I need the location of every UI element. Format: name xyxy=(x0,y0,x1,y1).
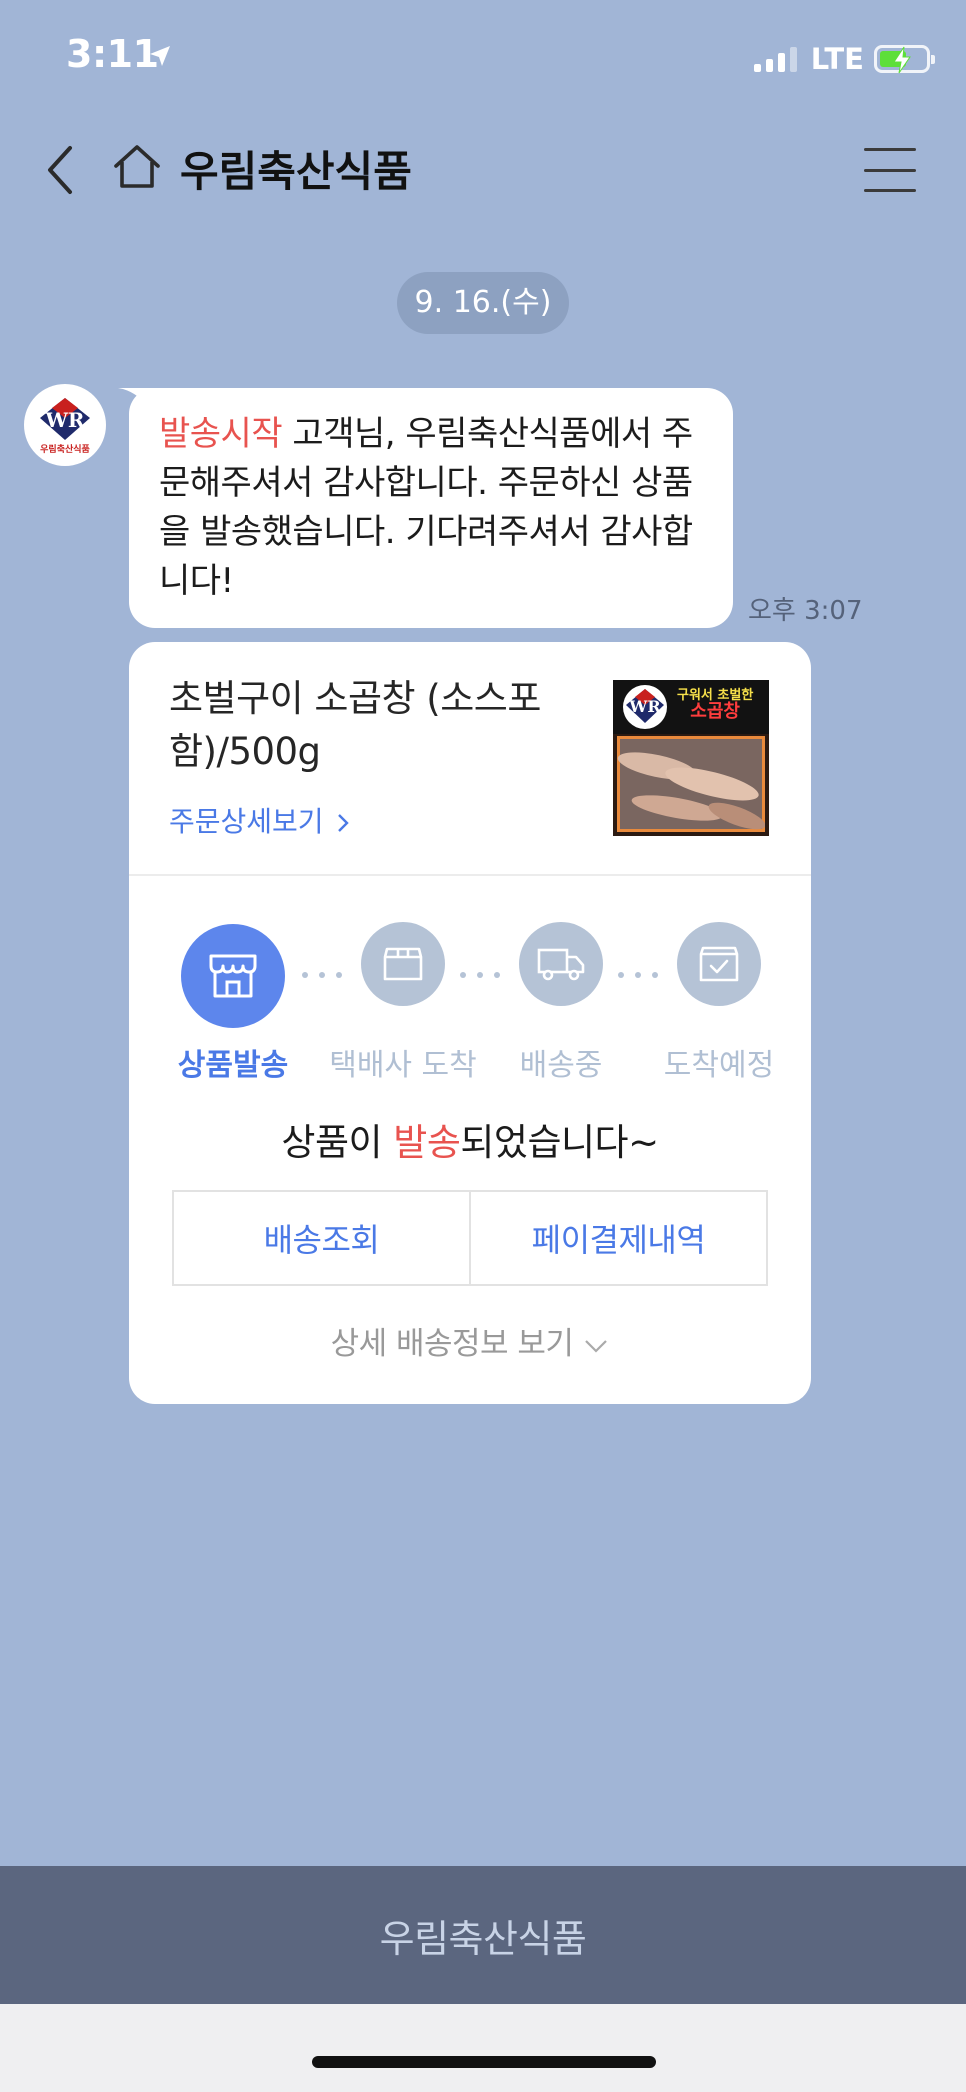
shipping-detail-toggle[interactable]: 상세 배송정보 보기 xyxy=(129,1318,811,1363)
svg-text:WR: WR xyxy=(44,408,84,432)
action-buttons: 배송조회 페이결제내역 xyxy=(172,1190,768,1286)
product-photo xyxy=(617,736,765,832)
menu-icon[interactable] xyxy=(864,148,916,192)
status-highlight: 발송 xyxy=(393,1121,461,1164)
status-suffix: 되었습니다~ xyxy=(460,1121,659,1164)
product-thumbnail[interactable]: WR 구워서 초벌한 소곱창 xyxy=(613,680,769,836)
chevron-right-icon xyxy=(338,814,350,832)
chevron-down-icon xyxy=(585,1339,608,1353)
signal-icon xyxy=(753,46,797,72)
location-arrow-icon xyxy=(150,46,170,66)
payment-history-button[interactable]: 페이결제내역 xyxy=(469,1192,766,1284)
status-time: 3:11 xyxy=(66,32,159,76)
svg-text:WR: WR xyxy=(628,697,661,716)
step-label-shipped: 상품발송 xyxy=(177,1048,289,1083)
product-name: 초벌구이 소곱창 (소스포함)/500g xyxy=(169,677,541,773)
step-box-icon xyxy=(361,922,445,1006)
avatar-logo-text: 우림축산식품 xyxy=(40,444,90,455)
wr-logo-icon: WR xyxy=(623,685,667,729)
thumbnail-caption-bottom: 소곱창 xyxy=(690,701,740,722)
message-highlight: 발송시작 xyxy=(159,414,283,454)
step-connector xyxy=(460,972,500,978)
page-title: 우림축산식품 xyxy=(180,147,412,196)
network-label: LTE xyxy=(810,42,864,76)
order-status-card: 초벌구이 소곱창 (소스포함)/500g 주문상세보기 WR 구워서 초벌한 소… xyxy=(129,642,811,1404)
home-indicator[interactable] xyxy=(312,2056,656,2068)
step-store-icon xyxy=(181,924,285,1028)
home-icon[interactable] xyxy=(112,142,162,192)
shipping-detail-label: 상세 배송정보 보기 xyxy=(330,1326,574,1362)
shipping-status-message: 상품이 발송되었습니다~ xyxy=(129,1112,811,1166)
step-label-arrival-expected: 도착예정 xyxy=(663,1048,775,1083)
message-bubble: 발송시작 고객님, 우림축산식품에서 주문해주셔서 감사합니다. 주문하신 상품… xyxy=(129,388,733,628)
home-indicator-area xyxy=(0,2004,966,2092)
bottom-menu-bar[interactable]: 우림축산식품 xyxy=(0,1866,966,2004)
back-chevron-icon[interactable] xyxy=(40,140,84,200)
step-label-courier-arrived: 택배사 도착 xyxy=(329,1048,477,1083)
thumbnail-caption: 구워서 초벌한 소곱창 xyxy=(677,688,753,722)
track-shipment-button[interactable]: 배송조회 xyxy=(174,1192,469,1284)
battery-charging-icon xyxy=(874,45,935,74)
step-label-in-transit: 배송중 xyxy=(519,1048,603,1083)
bottom-bar-label: 우림축산식품 xyxy=(379,1916,587,1961)
step-truck-icon xyxy=(519,922,603,1006)
order-detail-link-label: 주문상세보기 xyxy=(169,805,324,838)
status-indicators: LTE xyxy=(753,42,935,76)
step-connector xyxy=(618,972,658,978)
wr-logo-icon: WR xyxy=(40,397,90,440)
message-time: 오후 3:07 xyxy=(748,596,863,626)
date-separator: 9. 16.(수) xyxy=(397,272,569,334)
status-prefix: 상품이 xyxy=(281,1121,394,1164)
card-divider xyxy=(129,874,811,876)
order-detail-link[interactable]: 주문상세보기 xyxy=(169,800,350,840)
step-package-check-icon xyxy=(677,922,761,1006)
step-connector xyxy=(302,972,342,978)
avatar[interactable]: WR 우림축산식품 xyxy=(24,384,106,466)
